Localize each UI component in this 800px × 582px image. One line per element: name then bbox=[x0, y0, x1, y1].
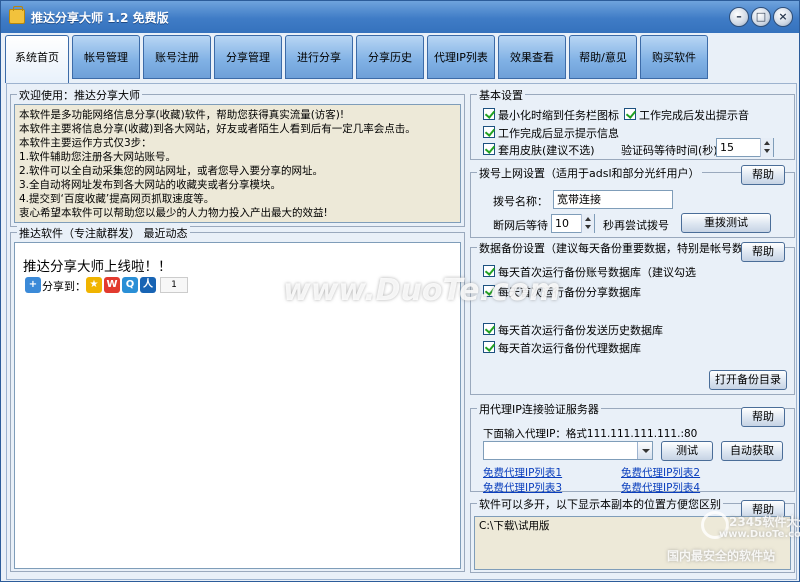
tab-proxy-list[interactable]: 代理IP列表 bbox=[427, 35, 495, 79]
share-plus-icon[interactable]: + bbox=[25, 277, 41, 293]
free-proxy-link-1[interactable]: 免费代理IP列表1 bbox=[483, 465, 562, 480]
done-msg-label: 工作完成后显示提示信息 bbox=[498, 127, 619, 140]
briefcase-icon bbox=[9, 6, 25, 24]
news-headline[interactable]: 推达分享大师上线啦！！ bbox=[23, 255, 172, 275]
done-sound-checkbox[interactable] bbox=[624, 108, 636, 120]
backup-proxy-label: 每天首次运行备份代理数据库 bbox=[498, 342, 641, 355]
basic-settings-group: 基本设置 最小化时缩到任务栏图标 工作完成后发出提示音 工作完成后显示提示信息 … bbox=[470, 87, 795, 160]
title-bar[interactable]: 推达分享大师 1.2 免费版 – □ × bbox=[1, 1, 799, 33]
window-title: 推达分享大师 1.2 免费版 bbox=[31, 11, 169, 25]
news-label: 推达软件（专注献群发） 最近动态 bbox=[17, 225, 190, 241]
proxy-group: 用代理IP连接验证服务器 帮助 下面输入代理IP：格式111.111.111.1… bbox=[470, 401, 795, 495]
qzone-icon[interactable]: ★ bbox=[86, 277, 102, 293]
corner-watermark-slogan: 国内最安全的软件站 bbox=[667, 549, 776, 563]
welcome-line: 本软件是多功能网络信息分享(收藏)软件，帮助您获得真实流量(访客)! bbox=[19, 109, 345, 121]
captcha-wait-spinner[interactable] bbox=[760, 138, 773, 157]
welcome-line: 本软件主要运作方式仅3步： bbox=[19, 137, 152, 149]
tab-home[interactable]: 系统首页 bbox=[5, 35, 69, 83]
instance-path: C:\下载\试用版 bbox=[479, 520, 550, 532]
welcome-line: 3.全自动将网址发布到各大网站的收藏夹或者分享模块。 bbox=[19, 179, 282, 191]
app-window: 推达分享大师 1.2 免费版 – □ × 系统首页 帐号管理 账号注册 分享管理… bbox=[0, 0, 800, 582]
tab-do-share[interactable]: 进行分享 bbox=[285, 35, 353, 79]
home-page: 欢迎使用：推达分享大师 本软件是多功能网络信息分享(收藏)软件，帮助您获得真实流… bbox=[6, 83, 797, 580]
backup-group: 数据备份设置（建议每天备份重要数据，特别是帐号数据） 帮助 每天首次运行备份账号… bbox=[470, 240, 795, 395]
welcome-line: 4.提交到‘百度收藏’提高网页抓取速度等。 bbox=[19, 193, 215, 205]
proxy-help-button[interactable]: 帮助 bbox=[741, 407, 785, 427]
renren-icon[interactable]: 人 bbox=[140, 277, 156, 293]
tab-account-register[interactable]: 账号注册 bbox=[143, 35, 211, 79]
dial-wait-spinner[interactable] bbox=[581, 214, 594, 233]
main-tabs: 系统首页 帐号管理 账号注册 分享管理 进行分享 分享历史 代理IP列表 效果查… bbox=[5, 35, 797, 83]
proxy-auto-button[interactable]: 自动获取 bbox=[721, 441, 783, 461]
minimize-button[interactable]: – bbox=[729, 7, 749, 27]
open-backup-dir-button[interactable]: 打开备份目录 bbox=[709, 370, 787, 390]
dial-retry-label: 秒再尝试拨号 bbox=[603, 219, 669, 232]
dialup-label: 拨号上网设置（适用于adsl和部分光纤用户） bbox=[477, 165, 702, 181]
backup-proxy-checkbox[interactable] bbox=[483, 341, 495, 353]
proxy-input[interactable] bbox=[483, 441, 653, 460]
proxy-label: 用代理IP连接验证服务器 bbox=[477, 401, 601, 417]
chevron-down-icon bbox=[642, 449, 650, 453]
free-proxy-link-3[interactable]: 免费代理IP列表3 bbox=[483, 480, 562, 495]
captcha-wait-label: 验证码等待时间(秒) bbox=[621, 144, 718, 157]
proxy-dropdown-arrow[interactable] bbox=[637, 442, 652, 459]
tab-effect-view[interactable]: 效果查看 bbox=[498, 35, 566, 79]
backup-history-label: 每天首次运行备份发送历史数据库 bbox=[498, 324, 663, 337]
dial-name-label: 拨号名称： bbox=[493, 195, 548, 208]
proxy-test-button[interactable]: 测试 bbox=[661, 441, 713, 461]
multi-instance-label: 软件可以多开，以下显示本副本的位置方便您区别 bbox=[477, 496, 723, 512]
tab-account-manage[interactable]: 帐号管理 bbox=[72, 35, 140, 79]
tab-share-manage[interactable]: 分享管理 bbox=[214, 35, 282, 79]
tab-buy[interactable]: 购买软件 bbox=[640, 35, 708, 79]
welcome-group: 欢迎使用：推达分享大师 本软件是多功能网络信息分享(收藏)软件，帮助您获得真实流… bbox=[10, 87, 465, 227]
welcome-line: 本软件主要将信息分享(收藏)到各大网站，好友或者陌生人看到后有一定几率会点击。 bbox=[19, 123, 416, 135]
share-count: 1 bbox=[160, 277, 188, 293]
backup-label: 数据备份设置（建议每天备份重要数据，特别是帐号数据） bbox=[477, 240, 767, 256]
redial-test-button[interactable]: 重拨测试 bbox=[681, 213, 771, 233]
welcome-text-box: 本软件是多功能网络信息分享(收藏)软件，帮助您获得真实流量(访客)! 本软件主要… bbox=[14, 104, 461, 223]
skin-checkbox[interactable] bbox=[483, 143, 495, 155]
dialup-help-button[interactable]: 帮助 bbox=[741, 165, 785, 185]
dialup-group: 拨号上网设置（适用于adsl和部分光纤用户） 帮助 拨号名称： 宽带连接 断网后… bbox=[470, 165, 795, 238]
dial-name-field[interactable]: 宽带连接 bbox=[553, 190, 673, 209]
min-tray-label: 最小化时缩到任务栏图标 bbox=[498, 109, 619, 122]
center-watermark: www.DuoTe.com bbox=[283, 273, 561, 308]
free-proxy-link-4[interactable]: 免费代理IP列表4 bbox=[621, 480, 700, 495]
proxy-hint: 下面输入代理IP：格式111.111.111.111.:80 bbox=[483, 428, 698, 440]
tencent-weibo-icon[interactable]: Q bbox=[122, 277, 138, 293]
maximize-button[interactable]: □ bbox=[751, 7, 771, 27]
corner-watermark-brand: 2345软件大全 bbox=[729, 515, 800, 529]
skin-label: 套用皮肤(建议不选) bbox=[498, 144, 595, 157]
welcome-label: 欢迎使用：推达分享大师 bbox=[17, 87, 142, 103]
weibo-icon[interactable]: W bbox=[104, 277, 120, 293]
tab-share-history[interactable]: 分享历史 bbox=[356, 35, 424, 79]
min-tray-checkbox[interactable] bbox=[483, 108, 495, 120]
share-to-label: 分享到： bbox=[42, 280, 86, 293]
tab-help-feedback[interactable]: 帮助/意见 bbox=[569, 35, 637, 79]
corner-watermark-url: www.DuoTe.com bbox=[719, 529, 800, 540]
close-button[interactable]: × bbox=[773, 7, 793, 27]
welcome-line: 衷心希望本软件可以帮助您以最少的人力物力投入产出最大的效益! bbox=[19, 207, 328, 219]
free-proxy-link-2[interactable]: 免费代理IP列表2 bbox=[621, 465, 700, 480]
welcome-line: 1.软件辅助您注册各大网站账号。 bbox=[19, 151, 177, 163]
basic-settings-label: 基本设置 bbox=[477, 87, 525, 103]
backup-help-button[interactable]: 帮助 bbox=[741, 242, 785, 262]
backup-history-checkbox[interactable] bbox=[483, 323, 495, 335]
done-msg-checkbox[interactable] bbox=[483, 126, 495, 138]
welcome-line: 2.软件可以全自动采集您的网站网址，或者您导入要分享的网址。 bbox=[19, 165, 324, 177]
dial-wait-label: 断网后等待 bbox=[493, 219, 548, 232]
done-sound-label: 工作完成后发出提示音 bbox=[639, 109, 749, 122]
